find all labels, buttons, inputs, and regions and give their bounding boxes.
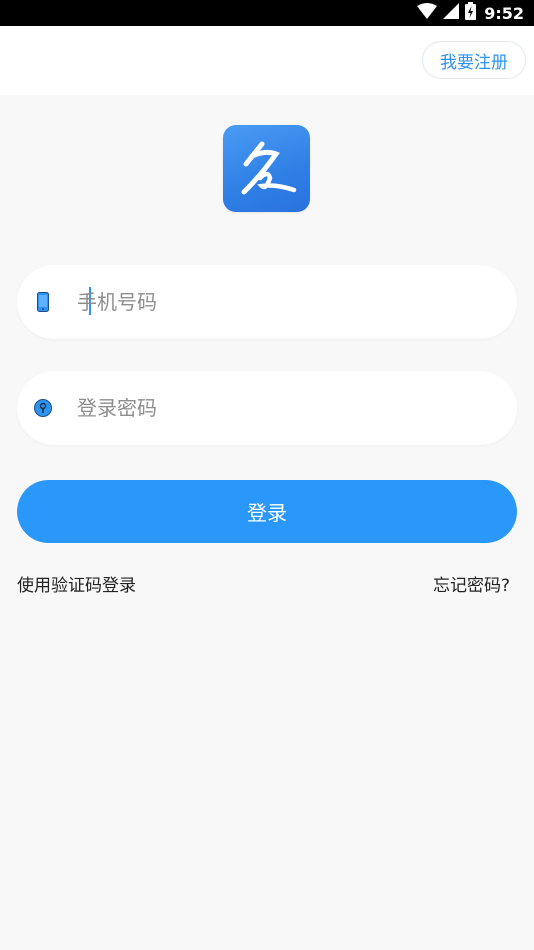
app-logo-icon [223, 125, 310, 212]
password-field[interactable] [17, 371, 517, 445]
status-bar: 9:52 [0, 0, 534, 26]
lock-icon [34, 397, 52, 419]
register-button[interactable]: 我要注册 [422, 41, 526, 79]
phone-icon [34, 291, 52, 313]
sms-login-link[interactable]: 使用验证码登录 [17, 571, 136, 596]
phone-input[interactable] [77, 283, 477, 321]
battery-charging-icon [465, 2, 477, 24]
status-time: 9:52 [484, 3, 524, 23]
login-button[interactable]: 登录 [17, 480, 517, 543]
forgot-password-link[interactable]: 忘记密码? [433, 571, 510, 596]
phone-field[interactable] [17, 265, 517, 339]
wifi-icon [417, 3, 438, 23]
header: 我要注册 [0, 26, 534, 95]
password-input[interactable] [77, 389, 477, 427]
status-icons: 9:52 [417, 2, 524, 24]
cell-signal-icon [443, 3, 460, 23]
